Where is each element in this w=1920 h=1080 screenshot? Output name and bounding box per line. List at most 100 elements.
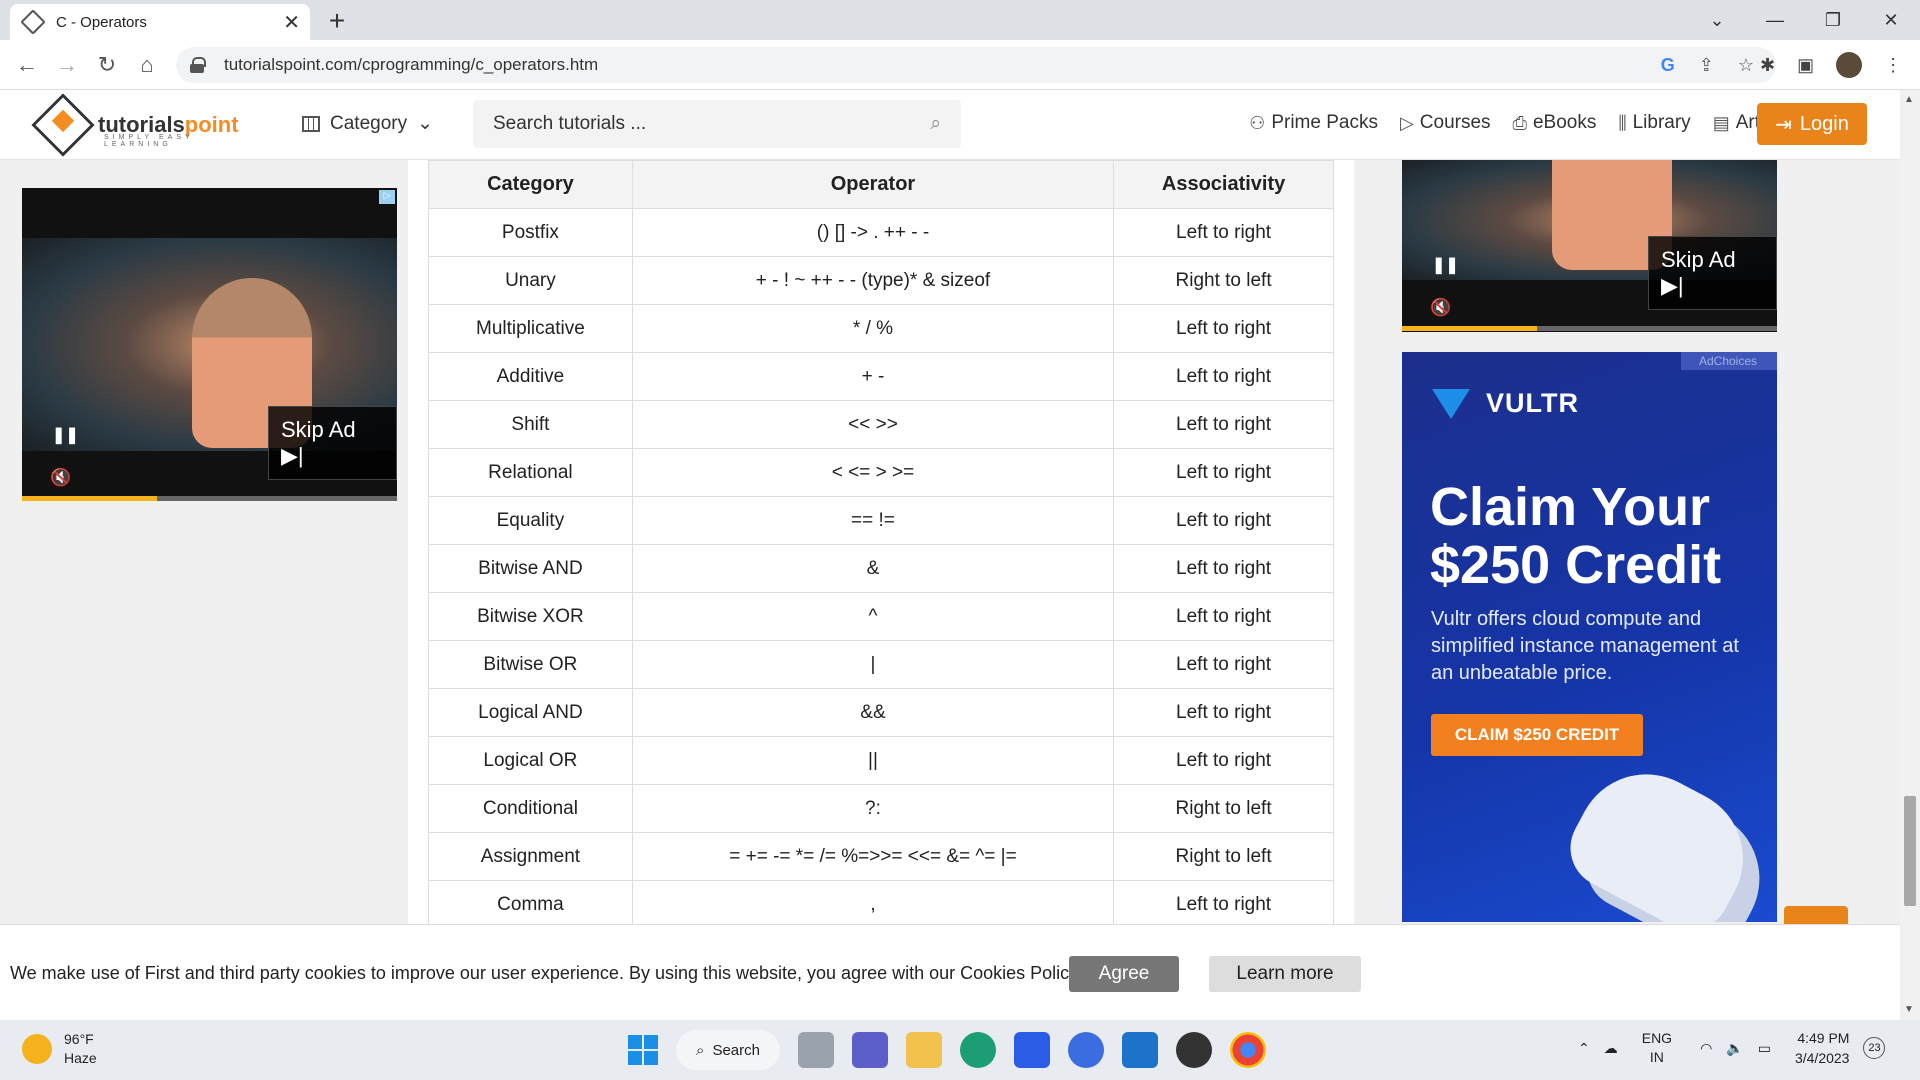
weather-widget[interactable]: 96°F Haze	[22, 1030, 97, 1068]
cell-associativity: Right to left	[1113, 256, 1334, 305]
edge-icon[interactable]	[960, 1032, 996, 1068]
category-menu[interactable]: Category ⌄	[302, 112, 433, 135]
adchoices-label[interactable]: AdChoices	[1680, 352, 1777, 370]
cell-operator: << >>	[631, 400, 1115, 449]
learn-more-button[interactable]: Learn more	[1209, 956, 1361, 992]
share-icon[interactable]: ⇪	[1699, 55, 1714, 76]
back-icon[interactable]: ←	[12, 50, 42, 80]
login-button[interactable]: ⇥ Login	[1757, 103, 1867, 145]
vultr-brand: VULTR	[1486, 388, 1579, 418]
login-label: Login	[1799, 112, 1849, 135]
search-input[interactable]: Search tutorials ... ⌕	[473, 100, 961, 148]
cell-associativity: Left to right	[1113, 208, 1334, 257]
wifi-icon[interactable]: ◠	[1700, 1040, 1712, 1057]
media-player-icon[interactable]	[1176, 1032, 1212, 1068]
task-view-icon[interactable]	[798, 1032, 834, 1068]
notification-badge[interactable]: 23	[1863, 1037, 1886, 1059]
google-icon[interactable]: G	[1661, 55, 1675, 76]
cell-category: Additive	[428, 352, 633, 401]
pause-icon[interactable]: ❚❚	[1432, 255, 1459, 275]
articles-icon: ▤	[1712, 112, 1730, 133]
onedrive-cloud-icon[interactable]: ☁	[1604, 1040, 1618, 1057]
table-row: Bitwise OR | Left to right	[428, 640, 1334, 689]
cell-category: Relational	[428, 448, 633, 497]
ebooks-icon: ⎙	[1512, 112, 1527, 133]
left-video-ad[interactable]: ▷ Skip Ad ▶| ❚❚ 🔇	[22, 188, 397, 501]
right-video-ad[interactable]: Skip Ad ▶| ❚❚ 🔇	[1402, 160, 1777, 332]
video-progress[interactable]	[22, 496, 397, 501]
app-icon[interactable]	[1014, 1032, 1050, 1068]
close-window-icon[interactable]: ✕	[1862, 0, 1920, 40]
cell-operator: < <= > >=	[631, 448, 1115, 497]
reload-icon[interactable]: ↻	[92, 50, 122, 80]
skip-ad-button[interactable]: Skip Ad ▶|	[268, 406, 397, 480]
battery-icon[interactable]: ▭	[1758, 1040, 1771, 1057]
mute-icon[interactable]: 🔇	[50, 468, 71, 488]
weather-haze-icon	[22, 1034, 52, 1064]
table-row: Relational < <= > >= Left to right	[428, 448, 1334, 497]
volume-icon[interactable]: 🔈	[1726, 1040, 1743, 1057]
time: 4:49 PM	[1797, 1030, 1850, 1046]
cell-category: Bitwise OR	[428, 640, 633, 689]
restore-icon[interactable]: ❐	[1804, 0, 1862, 40]
site-logo[interactable]: tutorialspoint SIMPLY EASY LEARNING	[31, 93, 239, 157]
nav-courses[interactable]: ▷ Courses	[1400, 112, 1491, 134]
windows-taskbar: 96°F Haze ⌕ Search ⌃ ☁ ENG IN ◠ 🔈 ▭ 4:49 …	[0, 1020, 1920, 1080]
table-row: Unary + - ! ~ ++ - - (type)* & sizeof Righ…	[428, 256, 1334, 305]
taskbar-search[interactable]: ⌕ Search	[676, 1030, 780, 1070]
clock[interactable]: 4:49 PM 3/4/2023	[1795, 1028, 1850, 1068]
remote-app-icon[interactable]	[1122, 1032, 1158, 1068]
scrollbar-thumb[interactable]	[1904, 796, 1916, 906]
page-scrollbar[interactable]: ▲ ▼	[1900, 90, 1920, 1020]
skip-ad-button[interactable]: Skip Ad ▶|	[1648, 236, 1777, 310]
extensions-icon[interactable]: ✱	[1760, 55, 1775, 76]
cell-category: Comma	[428, 880, 633, 929]
nav-prime-packs[interactable]: ⚇ Prime Packs	[1249, 112, 1378, 134]
nav-ebooks[interactable]: ⎙ eBooks	[1513, 112, 1597, 134]
pause-icon[interactable]: ❚❚	[52, 425, 79, 445]
table-row: Multiplicative * / % Left to right	[428, 304, 1334, 353]
search-icon[interactable]: ⌕	[930, 113, 941, 135]
url-field[interactable]: tutorialspoint.com/cprogramming/c_operat…	[176, 47, 1776, 83]
cell-operator: &	[631, 544, 1115, 593]
profile-avatar[interactable]	[1836, 52, 1863, 78]
close-tab-icon[interactable]: ✕	[283, 10, 300, 35]
home-icon[interactable]: ⌂	[132, 50, 162, 80]
bookmark-star-icon[interactable]: ☆	[1738, 55, 1754, 76]
claim-credit-button[interactable]: CLAIM $250 CREDIT	[1431, 714, 1643, 756]
tab-search-icon[interactable]: ⌄	[1688, 0, 1746, 40]
mute-icon[interactable]: 🔇	[1430, 298, 1451, 318]
side-panel-icon[interactable]: ▣	[1797, 55, 1814, 76]
logo-mark-icon	[31, 93, 95, 157]
minimize-icon[interactable]: —	[1746, 0, 1804, 40]
video-progress[interactable]	[1402, 326, 1777, 331]
cell-associativity: Left to right	[1113, 640, 1334, 689]
language-indicator[interactable]: ENG IN	[1642, 1029, 1672, 1067]
nav-library[interactable]: ⫼ Library	[1618, 112, 1690, 134]
video-progress-fill	[22, 496, 157, 501]
cell-operator: ?:	[631, 784, 1115, 833]
teams-chat-icon[interactable]	[852, 1032, 888, 1068]
browser-menu-icon[interactable]: ⋮	[1884, 55, 1902, 76]
scroll-up-icon[interactable]: ▲	[1904, 94, 1914, 105]
chrome-icon[interactable]	[1230, 1032, 1266, 1068]
cell-operator: == !=	[631, 496, 1115, 545]
scroll-to-top-button[interactable]	[1784, 906, 1848, 926]
video-progress-fill	[1402, 326, 1537, 331]
file-explorer-icon[interactable]	[906, 1032, 942, 1068]
cell-category: Assignment	[428, 832, 633, 881]
vultr-ad[interactable]: AdChoices VULTR Claim Your $250 Credit V…	[1402, 352, 1777, 922]
start-windows-icon[interactable]	[628, 1035, 658, 1065]
table-row: Equality == != Left to right	[428, 496, 1334, 545]
ad-info-icon[interactable]: ▷	[379, 190, 395, 204]
forward-icon[interactable]: →	[52, 50, 82, 80]
bing-icon[interactable]	[1068, 1032, 1104, 1068]
lock-icon[interactable]	[190, 57, 206, 73]
scroll-down-icon[interactable]: ▼	[1904, 1004, 1914, 1015]
cell-operator: () [] -> . ++ - -	[631, 208, 1115, 257]
chevron-down-icon: ⌄	[417, 113, 434, 134]
agree-button[interactable]: Agree	[1069, 956, 1179, 992]
chevron-up-icon[interactable]: ⌃	[1578, 1040, 1590, 1057]
new-tab-button[interactable]: +	[320, 5, 354, 36]
browser-tab[interactable]: C - Operators ✕	[10, 4, 310, 40]
